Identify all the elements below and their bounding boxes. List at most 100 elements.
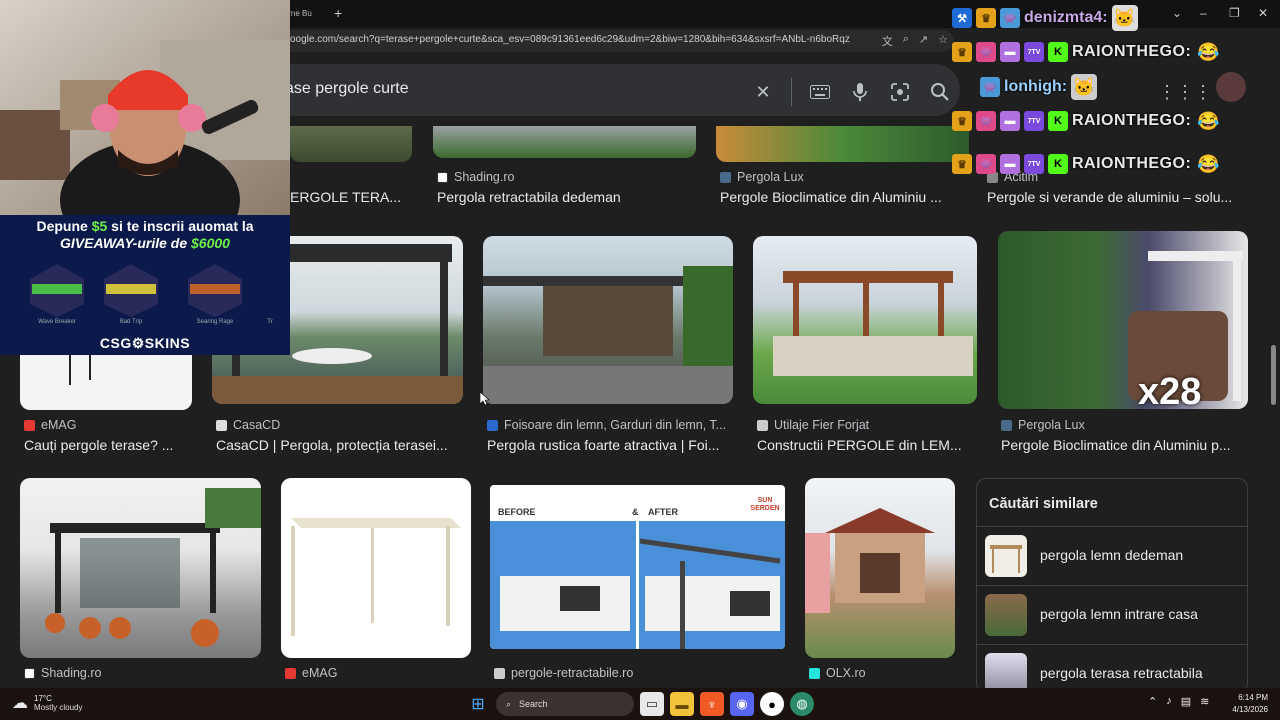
similar-search-item[interactable]: pergola terasa retractabila [977, 644, 1247, 692]
zoom-icon[interactable]: ⌕ [903, 33, 909, 49]
new-tab-button[interactable]: + [334, 4, 342, 22]
result-title[interactable]: Pergola retractabila dedeman [437, 189, 687, 205]
emote-count: x28 [1138, 371, 1202, 409]
badge-crown-icon: ♛ [952, 154, 972, 174]
result-source[interactable]: Shading.ro [437, 170, 514, 184]
similar-search-label: pergola terasa retractabila [1040, 665, 1203, 681]
weather-widget[interactable]: ☁ 17°C Mostly cloudy [12, 693, 82, 713]
address-bar[interactable]: oogle.com/search?q=terase+pergole+curte&… [282, 30, 954, 52]
badge-crown-icon: ♛ [952, 111, 972, 131]
result-title[interactable]: Pergole Bioclimatice din Aluminiu ... [720, 189, 952, 205]
result-source[interactable]: CasaCD [216, 418, 280, 432]
clear-icon[interactable]: ✕ [751, 80, 775, 104]
badge-invader-icon: 👾 [976, 111, 996, 131]
result-image[interactable] [433, 126, 696, 158]
result-image[interactable] [753, 236, 977, 404]
result-source[interactable]: pergole-retractabile.ro [494, 666, 633, 680]
result-title[interactable]: Pergole si verande de aluminiu – solu... [987, 189, 1243, 205]
skin-name: Tr [267, 319, 273, 325]
chat-username: RAIONTHEGO: [1072, 155, 1192, 172]
badge-7tv-icon: 7TV [1024, 42, 1044, 62]
similar-search-label: pergola lemn intrare casa [1040, 606, 1198, 622]
result-image[interactable] [483, 236, 733, 404]
result-title[interactable]: Pergola rustica foarte atractiva | Foi..… [487, 437, 731, 453]
result-title[interactable]: ERGOLE TERA... [290, 189, 410, 205]
similar-searches-panel: Căutări similare pergola lemn dedeman pe… [976, 478, 1248, 693]
similar-search-item[interactable]: pergola lemn intrare casa [977, 585, 1247, 643]
result-image[interactable] [290, 126, 412, 162]
badge-hammer-icon: ⚒ [952, 8, 972, 28]
result-image[interactable]: x28 [998, 231, 1248, 409]
badge-kick-icon: K [1048, 42, 1068, 62]
source-label: Pergola Lux [1018, 418, 1085, 432]
taskbar-search[interactable]: ⌕ Search [496, 692, 634, 716]
page-scrollbar[interactable] [1271, 345, 1276, 405]
brand-logo: SUN SERDEN [750, 497, 780, 512]
result-image[interactable] [20, 478, 261, 658]
mouse-cursor-icon [480, 392, 490, 406]
result-title[interactable]: Constructii PERGOLE din LEM... [757, 437, 973, 453]
bookmark-star-icon[interactable]: ☆ [938, 33, 948, 49]
search-box[interactable]: ase pergole curte ✕ [260, 64, 960, 116]
result-source[interactable]: Pergola Lux [720, 170, 804, 184]
result-image[interactable]: BEFORE & AFTER SUN SERDEN [490, 485, 785, 649]
chat-line: ♛ 👾 ▬ 7TV K RAIONTHEGO: 😂 [952, 149, 1221, 179]
keyboard-icon[interactable] [808, 80, 832, 104]
lens-icon[interactable] [888, 80, 912, 104]
translate-icon[interactable]: 文 [882, 33, 893, 49]
similar-search-item[interactable]: pergola lemn dedeman [977, 526, 1247, 584]
site-favicon-icon [757, 419, 768, 431]
source-label: OLX.ro [826, 666, 866, 680]
skin-card [180, 259, 250, 319]
site-favicon-icon [720, 171, 731, 183]
similar-thumbnail [985, 535, 1027, 577]
obs-icon[interactable]: ● [760, 692, 784, 716]
task-view-icon[interactable]: ▭ [640, 692, 664, 716]
result-source[interactable]: eMAG [285, 666, 337, 680]
close-window-button[interactable]: ✕ [1258, 6, 1268, 20]
result-source[interactable]: Foisoare din lemn, Garduri din lemn, T..… [487, 418, 727, 432]
search-input[interactable]: ase pergole curte [285, 80, 409, 98]
globe-icon[interactable]: ◍ [790, 692, 814, 716]
result-image[interactable] [716, 126, 969, 162]
search-icon[interactable] [928, 80, 952, 104]
badge-kick-icon: K [1048, 111, 1068, 131]
tray-chevron-icon[interactable]: ⌃ [1148, 695, 1157, 708]
chat-username: RAIONTHEGO: [1072, 112, 1192, 129]
start-icon[interactable]: ⊞ [466, 692, 490, 716]
url-text[interactable]: oogle.com/search?q=terase+pergole+curte&… [290, 34, 850, 45]
source-label: eMAG [41, 418, 77, 432]
result-source[interactable]: eMAG [24, 418, 76, 432]
discord-icon[interactable]: ◉ [730, 692, 754, 716]
speaker-icon[interactable]: ♪ [1166, 695, 1172, 708]
result-image[interactable] [805, 478, 955, 658]
result-source[interactable]: Utilaje Fier Forjat [757, 418, 869, 432]
microphone-icon[interactable] [848, 80, 872, 104]
share-icon[interactable]: ↗ [919, 33, 928, 49]
taskbar: ☁ 17°C Mostly cloudy ⊞ ⌕ Search ▭ ▬ ♆ ◉ ●… [0, 688, 1280, 720]
clock[interactable]: 6:14 PM 4/13/2026 [1232, 692, 1268, 716]
chat-username: denizmta4: [1024, 9, 1108, 26]
weather-temp: 17°C [34, 694, 52, 703]
giveaway-banner: Depune $5 si te inscrii auomat la GIVEAW… [0, 215, 290, 355]
brave-browser-icon[interactable]: ♆ [700, 692, 724, 716]
result-title[interactable]: Pergole Bioclimatice din Aluminiu p... [1001, 437, 1244, 453]
wifi-icon[interactable]: ≋ [1200, 695, 1209, 708]
result-source[interactable]: OLX.ro [809, 666, 866, 680]
chat-line: ⚒ ♛ 👾 denizmta4: 🐱 [952, 3, 1138, 33]
cloud-icon: ☁ [12, 695, 28, 712]
network-icon[interactable]: ▤ [1181, 695, 1191, 708]
site-favicon-icon [494, 667, 505, 679]
file-explorer-icon[interactable]: ▬ [670, 692, 694, 716]
result-title[interactable]: CasaCD | Pergola, protecția terasei... [216, 437, 462, 453]
result-source[interactable]: Shading.ro [24, 666, 101, 680]
result-image[interactable] [281, 478, 471, 658]
result-source[interactable]: Pergola Lux [1001, 418, 1085, 432]
skin-name: Wave Breaker [38, 319, 76, 325]
result-image[interactable] [20, 355, 192, 410]
result-title[interactable]: Cauți pergole terase? ... [24, 437, 192, 453]
screen: lerne Bu + ⌄ – ❐ ✕ oogle.com/search?q=te… [0, 0, 1280, 720]
source-label: CasaCD [233, 418, 281, 432]
chat-overlay: ⚒ ♛ 👾 denizmta4: 🐱 ♛ 👾 ▬ 7TV K RAIONTHEG… [952, 0, 1252, 185]
badge-crown-icon: ♛ [952, 42, 972, 62]
